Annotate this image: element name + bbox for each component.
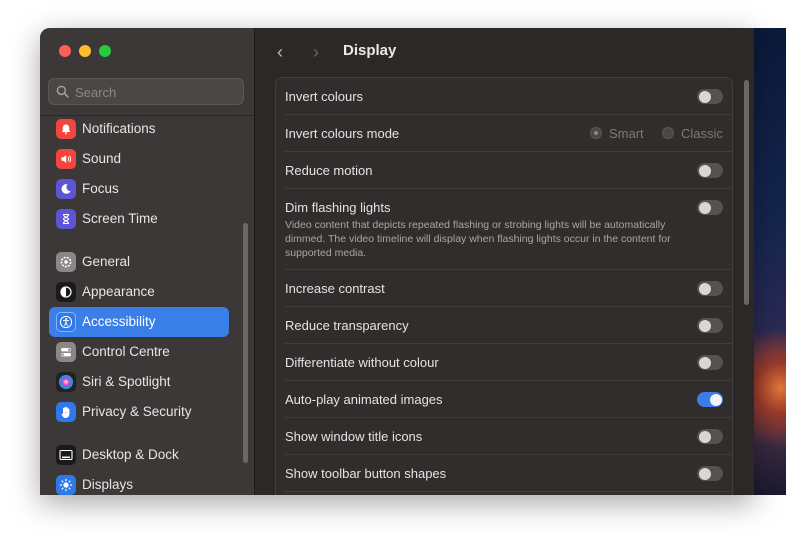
setting-label: Differentiate without colour xyxy=(285,355,439,370)
sidebar-item-label: Displays xyxy=(82,477,134,492)
sidebar-scrollbar[interactable] xyxy=(243,223,248,463)
sidebar-item-label: General xyxy=(82,254,131,269)
setting-row-show-window-title-icons: Show window title icons xyxy=(276,418,732,454)
switches-icon xyxy=(56,342,76,362)
setting-row-reduce-motion: Reduce motion xyxy=(276,152,732,188)
smart-radio[interactable] xyxy=(590,127,602,139)
search-field[interactable] xyxy=(48,78,244,105)
sidebar-item-general[interactable]: General xyxy=(49,247,229,277)
sidebar-item-control-centre[interactable]: Control Centre xyxy=(49,337,229,367)
sidebar-item-label: Privacy & Security xyxy=(82,404,192,419)
search-icon xyxy=(56,85,69,98)
show-window-title-icons-toggle[interactable] xyxy=(697,429,723,444)
system-settings-window: Notifications Sound Focus Screen Time Ge… xyxy=(40,28,754,495)
row-divider xyxy=(285,491,732,492)
sidebar-item-label: Focus xyxy=(82,181,119,196)
setting-label: Show window title icons xyxy=(285,429,423,444)
setting-label: Invert colours mode xyxy=(285,126,400,141)
appearance-icon xyxy=(56,282,76,302)
setting-label: Invert colours xyxy=(285,89,364,104)
invert-colours-toggle[interactable] xyxy=(697,89,723,104)
minimize-button[interactable] xyxy=(79,45,91,57)
setting-row-differentiate-without-colour: Differentiate without colour xyxy=(276,344,732,380)
sidebar-item-label: Accessibility xyxy=(82,314,156,329)
sidebar-item-appearance[interactable]: Appearance xyxy=(49,277,229,307)
setting-row-reduce-transparency: Reduce transparency xyxy=(276,307,732,343)
smart-radio-label: Smart xyxy=(609,126,644,141)
dock-icon xyxy=(56,445,76,465)
content-scrollbar[interactable] xyxy=(744,80,749,305)
show-toolbar-button-shapes-toggle[interactable] xyxy=(697,466,723,481)
sidebar-item-accessibility[interactable]: Accessibility xyxy=(49,307,229,337)
classic-radio-label: Classic xyxy=(681,126,723,141)
accessibility-icon xyxy=(56,312,76,332)
classic-radio[interactable] xyxy=(662,127,674,139)
bell-icon xyxy=(56,119,76,139)
search-input[interactable] xyxy=(75,83,235,101)
sidebar-item-label: Notifications xyxy=(82,121,156,136)
hourglass-icon xyxy=(56,209,76,229)
reduce-motion-toggle[interactable] xyxy=(697,163,723,178)
sidebar-item-label: Screen Time xyxy=(82,211,158,226)
back-button[interactable]: ‹ xyxy=(277,42,283,63)
dim-flashing-lights-toggle[interactable] xyxy=(697,200,723,215)
setting-row-dim-flashing-lights: Dim flashing lights Video content that d… xyxy=(276,189,732,269)
hand-icon xyxy=(56,402,76,422)
settings-panel: Invert colours Invert colours mode Smart… xyxy=(275,77,733,495)
sidebar-item-siri-spotlight[interactable]: Siri & Spotlight xyxy=(49,367,229,397)
sidebar-item-label: Sound xyxy=(82,151,122,166)
siri-icon xyxy=(56,372,76,392)
reduce-transparency-toggle[interactable] xyxy=(697,318,723,333)
moon-icon xyxy=(56,179,76,199)
gear-icon xyxy=(56,252,76,272)
zoom-button[interactable] xyxy=(99,45,111,57)
differentiate-without-colour-toggle[interactable] xyxy=(697,355,723,370)
setting-label: Reduce motion xyxy=(285,163,373,178)
setting-description: Video content that depicts repeated flas… xyxy=(285,219,671,259)
sidebar-item-desktop-dock[interactable]: Desktop & Dock xyxy=(49,440,229,470)
sidebar-item-label: Appearance xyxy=(82,284,155,299)
sidebar-item-label: Control Centre xyxy=(82,344,170,359)
setting-label: Auto-play animated images xyxy=(285,392,443,407)
setting-label: Show toolbar button shapes xyxy=(285,466,447,481)
sidebar: Notifications Sound Focus Screen Time Ge… xyxy=(40,28,255,495)
sidebar-item-label: Siri & Spotlight xyxy=(82,374,171,389)
setting-label: Reduce transparency xyxy=(285,318,409,333)
setting-label: Increase contrast xyxy=(285,281,385,296)
sidebar-item-focus[interactable]: Focus xyxy=(49,174,229,204)
setting-row-auto-play-animated-images: Auto-play animated images xyxy=(276,381,732,417)
setting-row-invert-colours: Invert colours xyxy=(276,78,732,114)
setting-row-show-toolbar-button-shapes: Show toolbar button shapes xyxy=(276,455,732,491)
auto-play-animated-images-toggle[interactable] xyxy=(697,392,723,407)
main-content: ‹ › Display Invert colours Invert colour… xyxy=(255,28,754,495)
setting-row-invert-colours-mode: Invert colours mode Smart Classic xyxy=(276,115,732,151)
forward-button[interactable]: › xyxy=(313,42,319,63)
sidebar-item-privacy-security[interactable]: Privacy & Security xyxy=(49,397,229,427)
increase-contrast-toggle[interactable] xyxy=(697,281,723,296)
sidebar-item-screen-time[interactable]: Screen Time xyxy=(49,204,229,234)
close-button[interactable] xyxy=(59,45,71,57)
sidebar-item-notifications[interactable]: Notifications xyxy=(49,114,229,144)
setting-label: Dim flashing lights xyxy=(285,200,391,215)
setting-row-increase-contrast: Increase contrast xyxy=(276,270,732,306)
sidebar-item-displays[interactable]: Displays xyxy=(49,470,229,495)
page-title: Display xyxy=(343,42,397,59)
speaker-icon xyxy=(56,149,76,169)
sidebar-item-label: Desktop & Dock xyxy=(82,447,179,462)
sun-icon xyxy=(56,475,76,495)
sidebar-item-sound[interactable]: Sound xyxy=(49,144,229,174)
